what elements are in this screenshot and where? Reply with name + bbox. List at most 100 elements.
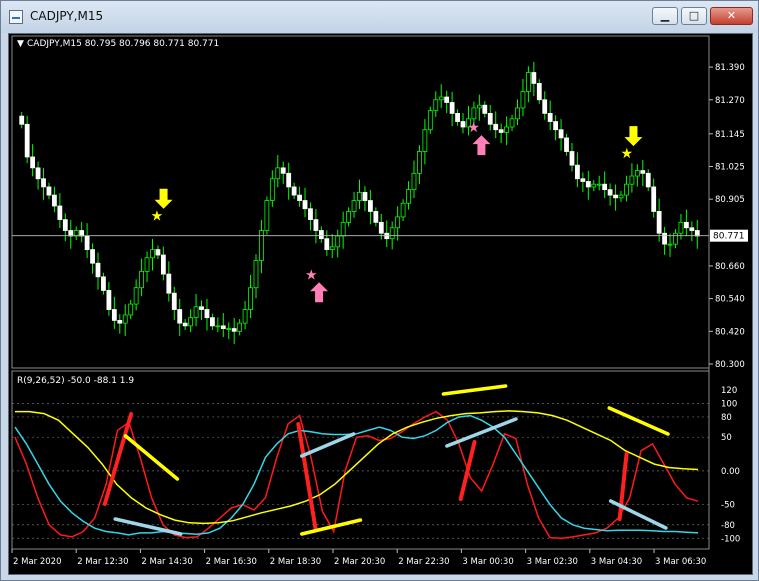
main-chart-header: CADJPY,M15 80.795 80.796 80.771 80.771 xyxy=(27,39,219,49)
candle-body-75 xyxy=(427,110,433,131)
candle-body-89 xyxy=(504,126,509,133)
candle-body-37 xyxy=(220,325,226,329)
candle-body-111 xyxy=(624,183,629,196)
candle-body-84 xyxy=(476,104,482,109)
star-icon-0: ★ xyxy=(151,209,164,225)
main-chart-header-arrow: ▼ xyxy=(17,39,24,49)
candle-body-0 xyxy=(19,115,25,125)
candle-body-62 xyxy=(357,191,362,201)
time-label-10: 3 Mar 06:30 xyxy=(655,557,706,567)
markup-line-1 xyxy=(123,434,180,481)
price-label-5: 80.660 xyxy=(715,262,745,272)
candle-body-31 xyxy=(188,317,194,327)
candle-body-65 xyxy=(373,211,379,223)
chart-area[interactable]: ▼ CADJPY,M15 80.795 80.796 80.771 80.771… xyxy=(8,33,753,575)
price-label-3: 81.025 xyxy=(715,163,745,173)
candle-body-47 xyxy=(275,167,281,180)
close-button[interactable]: ✕ xyxy=(710,7,753,25)
candle-body-88 xyxy=(498,129,504,133)
star-icon-3: ★ xyxy=(620,146,633,162)
candle-body-112 xyxy=(629,175,635,185)
candle-body-110 xyxy=(618,194,624,199)
candle-body-83 xyxy=(471,107,477,120)
arrow-up-icon-2 xyxy=(472,135,491,156)
candle-body-105 xyxy=(591,183,597,188)
candle-body-63 xyxy=(362,191,368,201)
candle-body-54 xyxy=(313,219,319,231)
candle-body-91 xyxy=(515,107,520,120)
candle-body-70 xyxy=(400,202,406,218)
candle-body-73 xyxy=(417,151,422,174)
candle-body-16 xyxy=(106,290,112,310)
candle-body-80 xyxy=(455,112,460,122)
level-label-3: 50 xyxy=(721,433,732,443)
time-label-1: 2 Mar 12:30 xyxy=(77,557,128,567)
candle-body-92 xyxy=(520,91,526,109)
candle-body-15 xyxy=(101,276,106,291)
candle-body-2 xyxy=(30,156,36,169)
candle-body-25 xyxy=(155,249,161,256)
candle-body-38 xyxy=(226,328,232,330)
candle-body-64 xyxy=(367,200,373,212)
time-label-7: 3 Mar 00:30 xyxy=(462,557,513,567)
candle-body-120 xyxy=(673,232,678,245)
candle-body-27 xyxy=(166,273,172,294)
candle-body-4 xyxy=(41,178,46,188)
chart-window[interactable]: CADJPY,M15 ▁ □ ✕ ▼ CADJPY,M15 80.795 80.… xyxy=(0,0,759,581)
candle-body-94 xyxy=(531,72,537,84)
candle-body-12 xyxy=(84,235,90,250)
markup-line-0 xyxy=(102,412,134,506)
candle-body-74 xyxy=(422,129,428,152)
candle-body-19 xyxy=(122,314,128,324)
title-bar[interactable]: CADJPY,M15 ▁ □ ✕ xyxy=(1,1,758,33)
candle-body-21 xyxy=(133,287,139,305)
candle-body-42 xyxy=(248,287,253,310)
candle-body-8 xyxy=(62,219,68,231)
candle-body-113 xyxy=(634,170,640,177)
maximize-button[interactable]: □ xyxy=(681,7,707,25)
candle-body-101 xyxy=(569,151,575,166)
markup-line-5 xyxy=(300,518,363,536)
price-label-8: 80.300 xyxy=(715,360,745,370)
candle-body-79 xyxy=(449,102,455,114)
star-icon-1: ★ xyxy=(305,267,318,283)
price-label-7: 80.420 xyxy=(715,327,745,337)
candle-body-96 xyxy=(542,99,548,114)
candle-body-39 xyxy=(231,328,237,332)
candle-body-3 xyxy=(35,167,41,180)
level-label-7: -100 xyxy=(721,534,740,544)
chart-canvas[interactable]: ▼ CADJPY,M15 80.795 80.796 80.771 80.771… xyxy=(9,34,752,574)
level-label-0: 120 xyxy=(721,386,737,396)
arrow-up-icon-1 xyxy=(310,282,329,303)
candle-body-24 xyxy=(150,249,155,259)
candle-body-48 xyxy=(280,167,286,174)
minimize-button[interactable]: ▁ xyxy=(652,7,678,25)
candle-body-51 xyxy=(297,194,302,201)
candle-body-58 xyxy=(335,235,341,248)
price-label-6: 80.540 xyxy=(715,295,745,305)
markup-line-9 xyxy=(607,406,670,436)
candle-body-50 xyxy=(291,186,297,196)
candle-body-34 xyxy=(204,309,210,319)
candle-body-76 xyxy=(433,99,439,112)
candle-body-119 xyxy=(667,243,673,246)
candle-body-123 xyxy=(689,227,695,231)
candle-body-11 xyxy=(79,230,85,237)
candle-body-59 xyxy=(340,221,346,237)
candle-body-107 xyxy=(602,183,608,191)
time-label-3: 2 Mar 16:30 xyxy=(206,557,257,567)
candle-body-49 xyxy=(286,172,292,188)
candle-body-122 xyxy=(683,221,689,229)
chart-window-icon xyxy=(9,10,23,24)
candle-body-7 xyxy=(57,205,63,221)
level-label-2: 80 xyxy=(721,413,732,423)
candle-body-14 xyxy=(95,262,101,278)
time-label-0: 2 Mar 2020 xyxy=(13,557,61,567)
candle-body-69 xyxy=(395,216,401,229)
candle-body-17 xyxy=(111,309,117,321)
markup-line-6 xyxy=(441,384,508,396)
candle-body-124 xyxy=(694,230,700,237)
candle-body-26 xyxy=(160,254,166,275)
candle-body-61 xyxy=(351,200,357,212)
candle-body-68 xyxy=(389,227,395,240)
